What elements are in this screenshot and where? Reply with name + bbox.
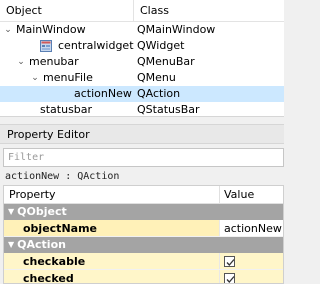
inspector-header: Object Class xyxy=(0,0,284,22)
chevron-down-icon[interactable]: ⌄ xyxy=(3,22,13,38)
property-name: checked xyxy=(4,270,220,283)
tree-item-class: QMenuBar xyxy=(137,55,195,68)
tree-row-menufile[interactable]: ⌄ menuFile QMenu xyxy=(0,70,284,86)
property-table-header: Property Value xyxy=(4,186,283,204)
checkmark-icon xyxy=(226,275,235,283)
property-editor-title: Property Editor xyxy=(0,124,284,144)
tree-item-class: QMainWindow xyxy=(137,23,216,36)
property-row-checked[interactable]: checked xyxy=(4,270,283,283)
tree-item-label: menuFile xyxy=(43,71,93,84)
property-name: objectName xyxy=(4,220,220,236)
tree-row-statusbar[interactable]: statusbar QStatusBar xyxy=(0,102,284,116)
property-row-objectname[interactable]: objectName actionNew xyxy=(4,220,283,237)
column-header-value[interactable]: Value xyxy=(220,186,283,203)
property-value-objectname[interactable]: actionNew xyxy=(220,220,283,236)
tree-item-label: statusbar xyxy=(40,103,93,116)
group-label: QAction xyxy=(17,238,66,251)
tree-row-mainwindow[interactable]: ⌄ MainWindow QMainWindow xyxy=(0,22,284,38)
object-inspector: Object Class ⌄ MainWindow QMainWindow ce… xyxy=(0,0,284,117)
checkable-checkbox[interactable] xyxy=(224,255,235,267)
tree-item-label: actionNew xyxy=(74,87,132,100)
tree-row-centralwidget[interactable]: centralwidget QWidget xyxy=(0,38,284,54)
collapse-triangle-icon[interactable]: ▼ xyxy=(8,204,14,220)
property-name: checkable xyxy=(4,253,220,269)
property-row-checkable[interactable]: checkable xyxy=(4,253,283,270)
tree-item-class: QWidget xyxy=(137,39,185,52)
group-row-qaction[interactable]: ▼ QAction xyxy=(4,237,283,253)
group-label: QObject xyxy=(17,205,67,218)
filter-input[interactable]: Filter xyxy=(3,148,284,167)
column-header-object[interactable]: Object xyxy=(0,0,134,22)
tree-item-label: menubar xyxy=(29,55,79,68)
checked-checkbox[interactable] xyxy=(224,272,235,283)
group-row-qobject[interactable]: ▼ QObject xyxy=(4,204,283,220)
tree-row-menubar[interactable]: ⌄ menubar QMenuBar xyxy=(0,54,284,70)
checkmark-icon xyxy=(226,258,235,266)
column-header-class[interactable]: Class xyxy=(134,0,284,22)
tree-row-actionnew[interactable]: actionNew QAction xyxy=(0,86,284,102)
tree-item-class: QMenu xyxy=(137,71,176,84)
chevron-down-icon[interactable]: ⌄ xyxy=(16,54,26,70)
widget-icon xyxy=(40,40,52,52)
column-header-property[interactable]: Property xyxy=(4,186,220,203)
chevron-down-icon[interactable]: ⌄ xyxy=(30,70,40,86)
tree-item-label: centralwidget xyxy=(58,39,134,52)
tree-item-class: QAction xyxy=(137,87,181,100)
tree-item-class: QStatusBar xyxy=(137,103,200,116)
property-table: Property Value ▼ QObject objectName acti… xyxy=(3,185,284,284)
tree-item-label: MainWindow xyxy=(16,23,86,36)
collapse-triangle-icon[interactable]: ▼ xyxy=(8,237,14,253)
object-class-label: actionNew : QAction xyxy=(5,171,120,182)
